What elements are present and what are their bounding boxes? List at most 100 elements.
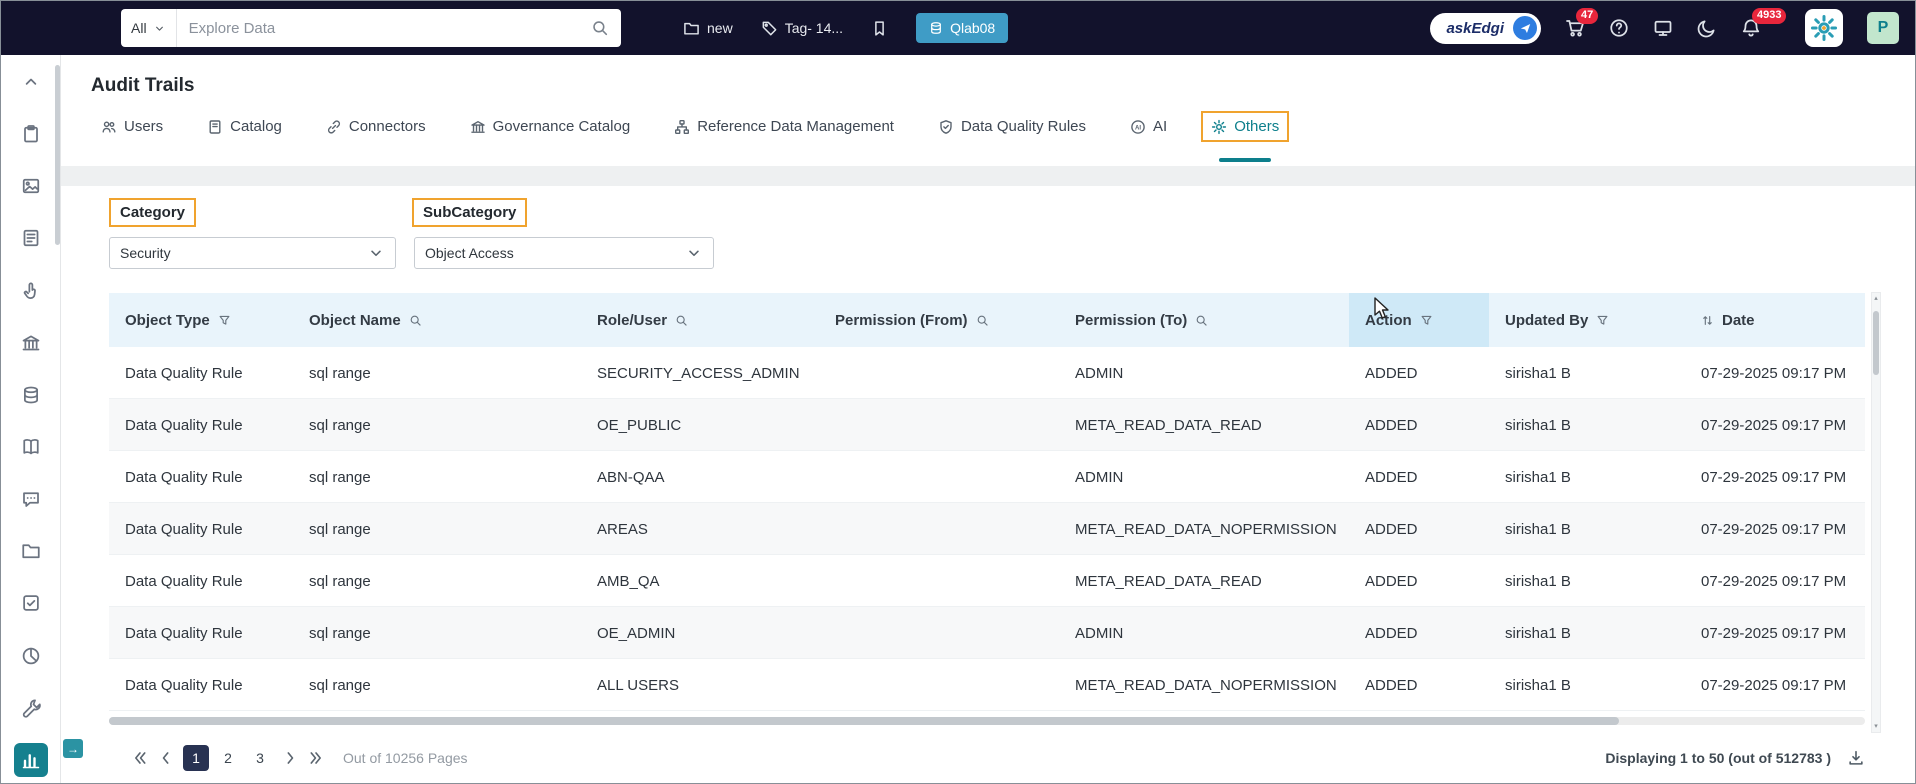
sidebar-item-chevron-up[interactable]	[14, 65, 48, 99]
search-icon[interactable]	[591, 19, 609, 37]
table-cell: AREAS	[581, 503, 819, 555]
category-select[interactable]: Security	[109, 237, 396, 269]
bookmark-icon	[871, 20, 888, 37]
help-button[interactable]	[1609, 18, 1629, 38]
sidebar-item-chat[interactable]	[14, 482, 48, 516]
sidebar-item-bar-chart[interactable]	[14, 743, 48, 777]
next-page-button[interactable]	[281, 749, 299, 767]
table-cell: 07-29-2025 09:17 PM	[1685, 451, 1865, 503]
filter-labels: Category SubCategory	[109, 198, 1865, 227]
tab-connectors[interactable]: Connectors	[316, 111, 436, 142]
column-header-object-type[interactable]: Object Type	[109, 293, 293, 347]
column-label: Permission (To)	[1075, 312, 1187, 329]
download-button[interactable]	[1847, 749, 1865, 767]
bank-icon	[470, 119, 486, 135]
tab-reference-data-management[interactable]: Reference Data Management	[664, 111, 904, 142]
topbar-tag-label: Tag- 14...	[785, 20, 843, 36]
table-cell: ADMIN	[1059, 451, 1349, 503]
sidebar-item-touch[interactable]	[14, 274, 48, 308]
sidebar-item-tools[interactable]	[14, 691, 48, 725]
environment-button[interactable]: Qlab08	[916, 13, 1008, 43]
vertical-scrollbar-thumb[interactable]	[1873, 311, 1879, 375]
table-cell: 07-29-2025 09:17 PM	[1685, 555, 1865, 607]
tab-data-quality-rules[interactable]: Data Quality Rules	[928, 111, 1096, 142]
page-3-button[interactable]: 3	[247, 745, 273, 771]
table-cell: sirisha1 B	[1489, 503, 1685, 555]
table-cell: Data Quality Rule	[109, 503, 293, 555]
tab-governance-catalog[interactable]: Governance Catalog	[460, 111, 641, 142]
prev-page-button[interactable]	[157, 749, 175, 767]
logo-gear-icon	[1810, 14, 1838, 42]
topbar-tag[interactable]: Tag- 14...	[761, 20, 843, 37]
cart-button[interactable]: 47	[1565, 18, 1585, 38]
tab-label: Others	[1234, 118, 1279, 135]
table-row[interactable]: Data Quality Rulesql rangeAMB_QAMETA_REA…	[109, 555, 1865, 607]
dark-mode-button[interactable]	[1697, 18, 1717, 38]
last-page-button[interactable]	[307, 749, 325, 767]
topbar-project[interactable]: new	[683, 20, 733, 37]
sidebar-item-book[interactable]	[14, 430, 48, 464]
column-header-role-user[interactable]: Role/User	[581, 293, 819, 347]
table-row[interactable]: Data Quality Rulesql rangeOE_ADMINADMINA…	[109, 607, 1865, 659]
scroll-down-arrow[interactable]: ▾	[1874, 723, 1878, 730]
askedgi-button[interactable]: askEdgi	[1430, 13, 1541, 44]
search-input[interactable]	[177, 20, 591, 37]
tab-catalog[interactable]: Catalog	[197, 111, 292, 142]
column-header-date[interactable]: Date	[1685, 293, 1865, 347]
table-row[interactable]: Data Quality Rulesql rangeABN-QAAADMINAD…	[109, 451, 1865, 503]
column-header-object-name[interactable]: Object Name	[293, 293, 581, 347]
chevron-down-icon	[685, 244, 703, 262]
page-1-button[interactable]: 1	[183, 745, 209, 771]
table-cell: META_READ_DATA_NOPERMISSION	[1059, 503, 1349, 555]
table-cell	[819, 503, 1059, 555]
topbar: All newTag- 14... Qlab08 askEdgi 474933 …	[1, 1, 1915, 55]
column-header-permission-from[interactable]: Permission (From)	[819, 293, 1059, 347]
subcategory-select[interactable]: Object Access	[414, 237, 714, 269]
page-2-button[interactable]: 2	[215, 745, 241, 771]
column-header-action[interactable]: Action	[1349, 293, 1489, 347]
sidebar-item-database[interactable]	[14, 378, 48, 412]
scroll-up-arrow[interactable]: ▴	[1874, 295, 1878, 302]
display-button[interactable]	[1653, 18, 1673, 38]
table-row[interactable]: Data Quality Rulesql rangeAREASMETA_READ…	[109, 503, 1865, 555]
table-cell: Data Quality Rule	[109, 347, 293, 399]
sidebar-item-bank[interactable]	[14, 326, 48, 360]
catalog-icon	[207, 119, 223, 135]
table-cell	[819, 399, 1059, 451]
table-cell: OE_ADMIN	[581, 607, 819, 659]
notifications-button[interactable]: 4933	[1741, 18, 1761, 38]
table-cell	[819, 659, 1059, 711]
tab-label: AI	[1153, 118, 1167, 135]
user-avatar[interactable]: P	[1867, 12, 1899, 44]
sidebar-item-folder[interactable]	[14, 534, 48, 568]
table-cell: ADDED	[1349, 659, 1489, 711]
table-cell: sirisha1 B	[1489, 451, 1685, 503]
sidebar-scrollbar[interactable]	[55, 65, 60, 245]
tab-users[interactable]: Users	[91, 111, 173, 142]
sidebar-item-clipboard[interactable]	[14, 117, 48, 151]
tab-ai[interactable]: AIAI	[1120, 111, 1177, 142]
sidebar-item-form[interactable]	[14, 221, 48, 255]
column-header-permission-to[interactable]: Permission (To)	[1059, 293, 1349, 347]
table-row[interactable]: Data Quality Rulesql rangeOE_PUBLICMETA_…	[109, 399, 1865, 451]
sidebar-item-checklist[interactable]	[14, 586, 48, 620]
topbar-bookmark[interactable]	[871, 20, 888, 37]
first-page-button[interactable]	[131, 749, 149, 767]
sidebar-item-image[interactable]	[14, 169, 48, 203]
app-logo[interactable]	[1805, 9, 1843, 47]
column-header-updated-by[interactable]: Updated By	[1489, 293, 1685, 347]
tab-others[interactable]: Others	[1201, 111, 1289, 142]
search-scope-select[interactable]: All	[121, 9, 177, 47]
table-cell: sirisha1 B	[1489, 659, 1685, 711]
vertical-scrollbar[interactable]: ▴ ▾	[1871, 292, 1881, 733]
send-icon	[1519, 22, 1532, 35]
sidebar-item-pie[interactable]	[14, 639, 48, 673]
tab-label: Users	[124, 118, 163, 135]
table-row[interactable]: Data Quality Rulesql rangeALL USERSMETA_…	[109, 659, 1865, 711]
sidebar-expand-button[interactable]: →	[63, 739, 83, 758]
horizontal-scrollbar[interactable]	[109, 717, 1865, 725]
chevron-down-icon	[153, 22, 166, 35]
table-row[interactable]: Data Quality Rulesql rangeSECURITY_ACCES…	[109, 347, 1865, 399]
filter-selects: Security Object Access	[109, 237, 1865, 269]
horizontal-scrollbar-thumb[interactable]	[109, 717, 1619, 725]
